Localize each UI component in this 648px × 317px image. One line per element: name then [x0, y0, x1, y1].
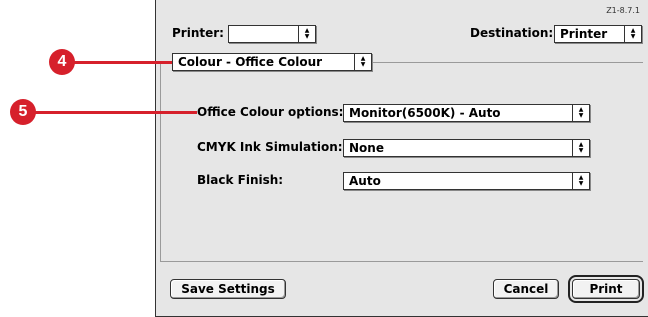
updown-arrows-icon: ▲ ▼	[572, 140, 589, 156]
panel-selector-value: Colour - Office Colour	[178, 55, 323, 69]
updown-arrows-icon: ▲ ▼	[572, 105, 589, 121]
black-finish-popup[interactable]: Auto ▲ ▼	[343, 172, 590, 190]
cmyk-ink-simulation-value: None	[349, 141, 384, 155]
black-finish-value: Auto	[349, 174, 381, 188]
version-label: Z1-8.7.1	[606, 6, 640, 15]
cancel-button[interactable]: Cancel	[493, 279, 559, 299]
office-colour-options-value: Monitor(6500K) - Auto	[349, 106, 501, 120]
cmyk-ink-simulation-popup[interactable]: None ▲ ▼	[343, 139, 590, 157]
updown-arrows-icon: ▲ ▼	[298, 26, 315, 42]
cmyk-ink-simulation-label: CMYK Ink Simulation:	[197, 140, 343, 154]
office-colour-options-label: Office Colour options:	[197, 105, 344, 119]
updown-arrows-icon: ▲ ▼	[354, 54, 371, 70]
updown-arrows-icon: ▲ ▼	[572, 173, 589, 189]
updown-arrows-icon: ▲ ▼	[624, 26, 641, 42]
printer-label: Printer:	[172, 26, 224, 40]
office-colour-options-popup[interactable]: Monitor(6500K) - Auto ▲ ▼	[343, 104, 590, 122]
destination-value: Printer	[560, 27, 608, 41]
callout-line-4	[70, 61, 172, 64]
destination-label: Destination:	[470, 26, 554, 40]
black-finish-label: Black Finish:	[197, 173, 284, 187]
printer-popup[interactable]: ▲ ▼	[228, 25, 316, 43]
destination-popup[interactable]: Printer ▲ ▼	[554, 25, 642, 43]
callout-badge-4: 4	[49, 49, 75, 75]
callout-line-5	[30, 111, 197, 114]
options-group-box	[160, 62, 643, 262]
print-button[interactable]: Print	[568, 275, 644, 303]
panel-selector-popup[interactable]: Colour - Office Colour ▲ ▼	[172, 53, 372, 71]
callout-badge-5: 5	[10, 99, 36, 125]
save-settings-button[interactable]: Save Settings	[170, 279, 286, 299]
